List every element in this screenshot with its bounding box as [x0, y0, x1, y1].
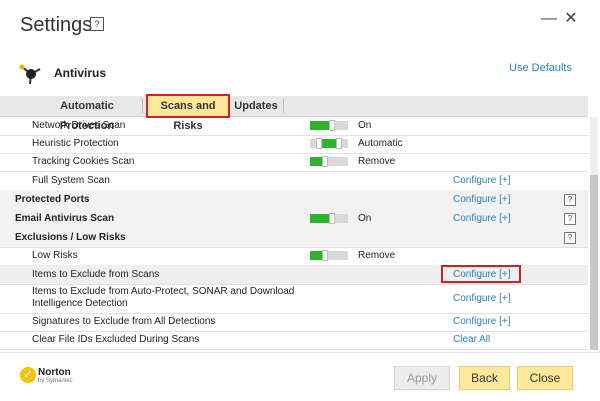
- section-label: Exclusions / Low Risks: [15, 232, 126, 243]
- setting-label: Items to Exclude from Auto-Protect, SONA…: [32, 286, 295, 297]
- toggle-switch[interactable]: [310, 138, 348, 149]
- setting-label: Clear File IDs Excluded During Scans: [32, 334, 200, 345]
- list-item: Items to Exclude from Scans Configure [+…: [0, 265, 588, 285]
- configure-link[interactable]: Configure [+]: [453, 171, 511, 190]
- close-button[interactable]: Close: [517, 366, 573, 390]
- window-title: Settings: [20, 14, 93, 36]
- brand-name: Norton: [38, 367, 71, 378]
- settings-list: Network Drives Scan On Heuristic Protect…: [0, 117, 588, 350]
- list-item: Network Drives Scan On: [0, 117, 588, 136]
- setting-status: Automatic: [358, 138, 403, 149]
- norton-logo-icon: ✓: [20, 367, 36, 383]
- antivirus-icon: [19, 64, 41, 85]
- setting-label: Signatures to Exclude from All Detection…: [32, 316, 216, 327]
- section-label: Email Antivirus Scan: [15, 213, 115, 224]
- use-defaults-link[interactable]: Use Defaults: [509, 62, 572, 74]
- brand-subtitle: by Symantec: [38, 378, 73, 384]
- back-button[interactable]: Back: [459, 366, 510, 390]
- list-item: Full System Scan Configure [+]: [0, 171, 588, 191]
- configure-link[interactable]: Configure [+]: [453, 293, 511, 305]
- close-icon[interactable]: ✕: [562, 10, 580, 28]
- setting-label-line-2: Intelligence Detection: [32, 298, 128, 309]
- setting-label: Items to Exclude from Scans: [32, 269, 160, 280]
- setting-label: Full System Scan: [32, 175, 110, 186]
- section-label: Protected Ports: [15, 194, 90, 205]
- help-icon[interactable]: ?: [564, 194, 576, 206]
- footer-divider: [0, 352, 600, 353]
- toggle-switch[interactable]: [310, 250, 348, 261]
- apply-button[interactable]: Apply: [394, 366, 450, 390]
- help-icon[interactable]: ?: [90, 17, 104, 31]
- section-header: Email Antivirus Scan On Configure [+] ?: [0, 209, 588, 229]
- tab-updates[interactable]: Updates: [231, 96, 281, 116]
- tab-bar: Automatic Protection Scans and Risks Upd…: [0, 94, 588, 132]
- toggle-switch[interactable]: [310, 213, 348, 224]
- toggle-switch[interactable]: [310, 156, 348, 167]
- setting-status: Remove: [358, 156, 396, 167]
- list-item: Items to Exclude from Auto-Protect, SONA…: [0, 284, 588, 314]
- list-item: Clear File IDs Excluded During Scans Cle…: [0, 331, 588, 350]
- help-icon[interactable]: ?: [564, 213, 576, 225]
- list-item: Signatures to Exclude from All Detection…: [0, 313, 588, 332]
- minimize-icon[interactable]: —: [540, 10, 558, 28]
- scrollbar-thumb[interactable]: [590, 175, 598, 350]
- clear-all-link[interactable]: Clear All: [453, 331, 490, 349]
- list-item: Tracking Cookies Scan Remove: [0, 153, 588, 172]
- section-header: Protected Ports Configure [+] ?: [0, 190, 588, 210]
- configure-link[interactable]: Configure [+]: [453, 209, 511, 228]
- setting-status: On: [358, 213, 372, 224]
- section-header: Exclusions / Low Risks ?: [0, 228, 588, 248]
- configure-link[interactable]: Configure [+]: [453, 190, 511, 209]
- setting-status: On: [358, 120, 372, 131]
- list-item: Heuristic Protection Automatic: [0, 135, 588, 154]
- setting-label: Network Drives Scan: [32, 120, 126, 131]
- setting-status: Remove: [358, 250, 396, 261]
- configure-link[interactable]: Configure [+]: [453, 313, 511, 331]
- help-icon[interactable]: ?: [564, 232, 576, 244]
- list-item: Low Risks Remove: [0, 247, 588, 266]
- setting-label: Tracking Cookies Scan: [32, 156, 135, 167]
- setting-label: Heuristic Protection: [32, 138, 119, 149]
- setting-label: Low Risks: [32, 250, 78, 261]
- tab-scans-and-risks[interactable]: Scans and Risks: [146, 94, 230, 132]
- section-title: Antivirus: [54, 66, 107, 80]
- tab-automatic-protection[interactable]: Automatic Protection: [34, 96, 140, 132]
- toggle-switch[interactable]: [310, 120, 348, 131]
- highlight-outline: [441, 265, 521, 283]
